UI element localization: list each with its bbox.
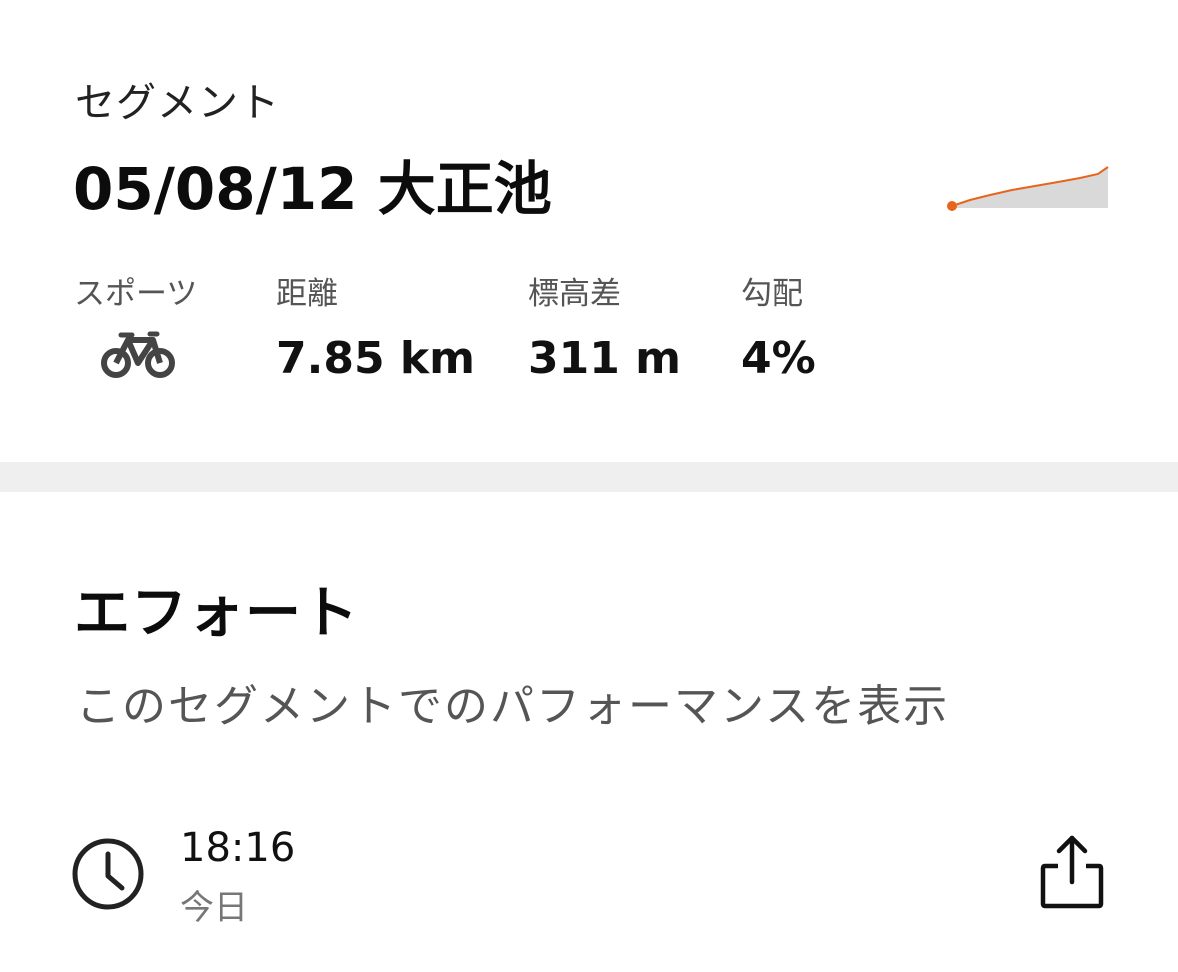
stat-distance-value: 7.85 km (276, 333, 475, 384)
clock-icon (72, 838, 144, 910)
stat-grade: 勾配 4% (741, 272, 816, 385)
stat-grade-value: 4% (741, 333, 816, 384)
stat-sport: スポーツ (74, 272, 197, 380)
elevation-profile-chart (947, 166, 1109, 211)
stat-elevation-gain-label: 標高差 (528, 276, 621, 312)
segment-label: セグメント (75, 80, 280, 126)
stat-sport-label: スポーツ (74, 276, 198, 312)
segment-header-section: セグメント 05/08/12 大正池 スポーツ 距離 7.85 km 標高差 3… (0, 0, 1178, 462)
section-divider (0, 462, 1178, 492)
stat-grade-label: 勾配 (741, 276, 803, 312)
elevation-start-marker (947, 201, 957, 211)
segment-title: 05/08/12 大正池 (73, 155, 552, 223)
effort-title: エフォート (74, 581, 359, 646)
bicycle-icon (101, 331, 175, 378)
effort-time: 18:16 (180, 825, 296, 871)
share-button[interactable] (1030, 830, 1110, 910)
effort-row[interactable]: 18:16 今日 (0, 820, 1178, 930)
effort-date: 今日 (180, 888, 248, 928)
stat-distance-label: 距離 (276, 276, 338, 312)
share-icon (1040, 835, 1104, 909)
stat-elevation-gain-value: 311 m (528, 333, 682, 384)
stat-elevation-gain: 標高差 311 m (528, 272, 681, 385)
stat-distance: 距離 7.85 km (276, 272, 475, 385)
effort-description: このセグメントでのパフォーマンスを表示 (76, 681, 950, 732)
effort-section: エフォート このセグメントでのパフォーマンスを表示 18:16 今日 (0, 492, 1178, 972)
